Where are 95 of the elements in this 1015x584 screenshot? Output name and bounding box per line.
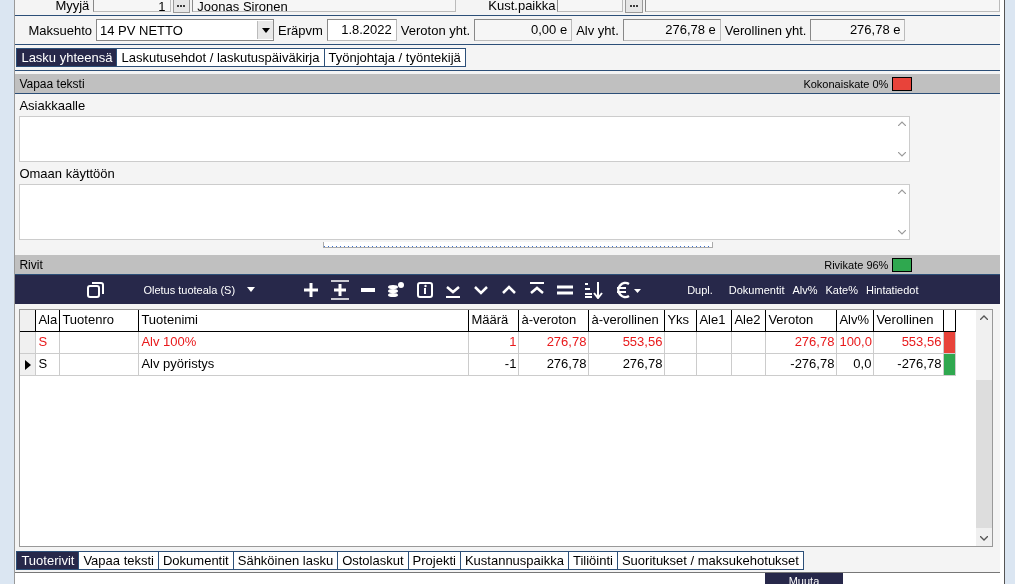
table-cell: -276,78: [766, 354, 838, 375]
table-cell: Alv 100%: [139, 332, 470, 353]
currency-dropdown-icon[interactable]: [615, 280, 642, 299]
table-cell: 276,78: [519, 332, 590, 353]
dropdown-arrow-icon: [261, 27, 270, 33]
edit-button[interactable]: Muuta: [765, 573, 843, 584]
column-header[interactable]: Tuotenro: [60, 310, 140, 331]
table-cell: -1: [469, 354, 520, 375]
tab[interactable]: Ostolaskut: [337, 551, 409, 570]
due-date-label: Eräpvm: [278, 22, 323, 38]
cost-center-label: Kust.paikka: [488, 0, 556, 13]
table-cell: 276,78: [589, 354, 666, 375]
scroll-up-icon: [980, 315, 989, 320]
product-area-dropdown[interactable]: Oletus tuoteala (S): [143, 283, 236, 296]
margin-label: Rivikate 96%: [824, 258, 889, 271]
tab[interactable]: Tuoterivit: [16, 551, 80, 570]
cost-center-name-field[interactable]: [644, 0, 1001, 12]
column-header[interactable]: à-veroton: [519, 310, 590, 331]
chevron-up-icon[interactable]: [501, 284, 518, 295]
add-icon[interactable]: [303, 281, 320, 298]
tab[interactable]: Lasku yhteensä: [16, 48, 118, 67]
seller-number-field[interactable]: 1: [93, 0, 171, 12]
column-header[interactable]: Määrä: [469, 310, 520, 331]
scroll-down-icon: [898, 230, 907, 235]
seller-name-field[interactable]: Joonas Sironen: [192, 0, 457, 12]
column-header[interactable]: Ale2: [732, 310, 767, 331]
column-header[interactable]: Ala: [36, 310, 61, 331]
tab[interactable]: Kustannuspaikka: [459, 551, 569, 570]
scroll-up-icon: [898, 189, 907, 194]
info-icon[interactable]: [417, 281, 434, 298]
table-cell: 0,0: [837, 354, 875, 375]
text-area-label: Omaan käyttöön: [19, 166, 116, 182]
section-title: Vapaa teksti: [19, 76, 86, 91]
scroll-up-icon: [898, 121, 907, 126]
scrollbar[interactable]: [976, 310, 993, 546]
table-cell: 276,78: [519, 354, 590, 375]
insert-row-icon[interactable]: [331, 279, 350, 300]
ellipsis-icon: [629, 4, 638, 7]
scroll-down-icon: [898, 152, 907, 157]
due-date-field[interactable]: 1.8.2022: [326, 19, 397, 41]
toolbar-button[interactable]: Hintatiedot: [861, 283, 923, 296]
column-header[interactable]: Alv%: [837, 310, 875, 331]
table-cell: S: [36, 354, 61, 375]
table-cell: 553,56: [589, 332, 666, 353]
coins-icon[interactable]: [387, 280, 406, 299]
scrollbar-thumb[interactable]: [976, 380, 993, 528]
table-cell: 100,0: [837, 332, 875, 353]
payment-terms-dropdown[interactable]: 14 PV NETTO: [96, 19, 274, 41]
column-header[interactable]: Verollinen: [874, 310, 945, 331]
cost-center-field[interactable]: [557, 0, 623, 12]
margin-label: Kokonaiskate 0%: [803, 77, 889, 90]
tab[interactable]: Sähköinen lasku: [232, 551, 339, 570]
toolbar-button[interactable]: Dokumentit: [724, 283, 789, 296]
text-area-label: Asiakkaalle: [19, 98, 87, 114]
remove-icon[interactable]: [361, 287, 376, 292]
current-row-icon: [24, 359, 31, 370]
row-header[interactable]: [20, 354, 37, 375]
tab[interactable]: Laskutusehdot / laskutuspäiväkirja: [116, 48, 325, 67]
chevron-down-icon[interactable]: [473, 284, 490, 295]
scroll-down-icon: [980, 536, 989, 541]
section-title: Rivit: [19, 257, 44, 272]
table-cell: 1: [469, 332, 520, 353]
total-label: Verollinen yht.: [724, 22, 807, 38]
total-field: 276,78 e: [622, 19, 721, 41]
tab[interactable]: Dokumentit: [158, 551, 234, 570]
toolbar-button[interactable]: Dupl.: [683, 283, 717, 296]
tab[interactable]: Vapaa teksti: [78, 551, 159, 570]
total-field: 0,00 e: [474, 19, 573, 41]
tab[interactable]: Työnjohtaja / työntekijä: [323, 48, 466, 67]
total-label: Veroton yht.: [400, 22, 471, 38]
toolbar-button[interactable]: Alv%: [788, 283, 822, 296]
column-header[interactable]: Veroton: [766, 310, 838, 331]
tab[interactable]: Projekti: [407, 551, 461, 570]
browse-button[interactable]: [624, 0, 643, 13]
splitter-handle[interactable]: [322, 242, 713, 248]
table-cell: S: [36, 332, 61, 353]
total-label: Alv yht.: [576, 22, 619, 38]
sort-icon[interactable]: [585, 280, 604, 299]
total-field: 276,78 e: [810, 19, 906, 41]
table-cell: Alv pyöristys: [139, 354, 470, 375]
caret-icon[interactable]: [247, 287, 256, 292]
browse-button[interactable]: [172, 0, 191, 13]
column-header[interactable]: Yks: [665, 310, 698, 331]
toolbar-button[interactable]: Kate%: [821, 283, 862, 296]
payment-terms-label: Maksuehto: [28, 22, 92, 38]
copy-icon[interactable]: [87, 280, 106, 299]
column-header[interactable]: Ale1: [697, 310, 733, 331]
equals-icon[interactable]: [557, 284, 574, 295]
tab[interactable]: Tiliöinti: [567, 551, 618, 570]
column-header[interactable]: Tuotenimi: [139, 310, 470, 331]
table-cell: 276,78: [766, 332, 838, 353]
seller-label: Myyjä: [55, 0, 90, 13]
tab[interactable]: Suoritukset / maksukehotukset: [616, 551, 804, 570]
column-header[interactable]: à-verollinen: [589, 310, 666, 331]
ellipsis-icon: [177, 4, 186, 7]
